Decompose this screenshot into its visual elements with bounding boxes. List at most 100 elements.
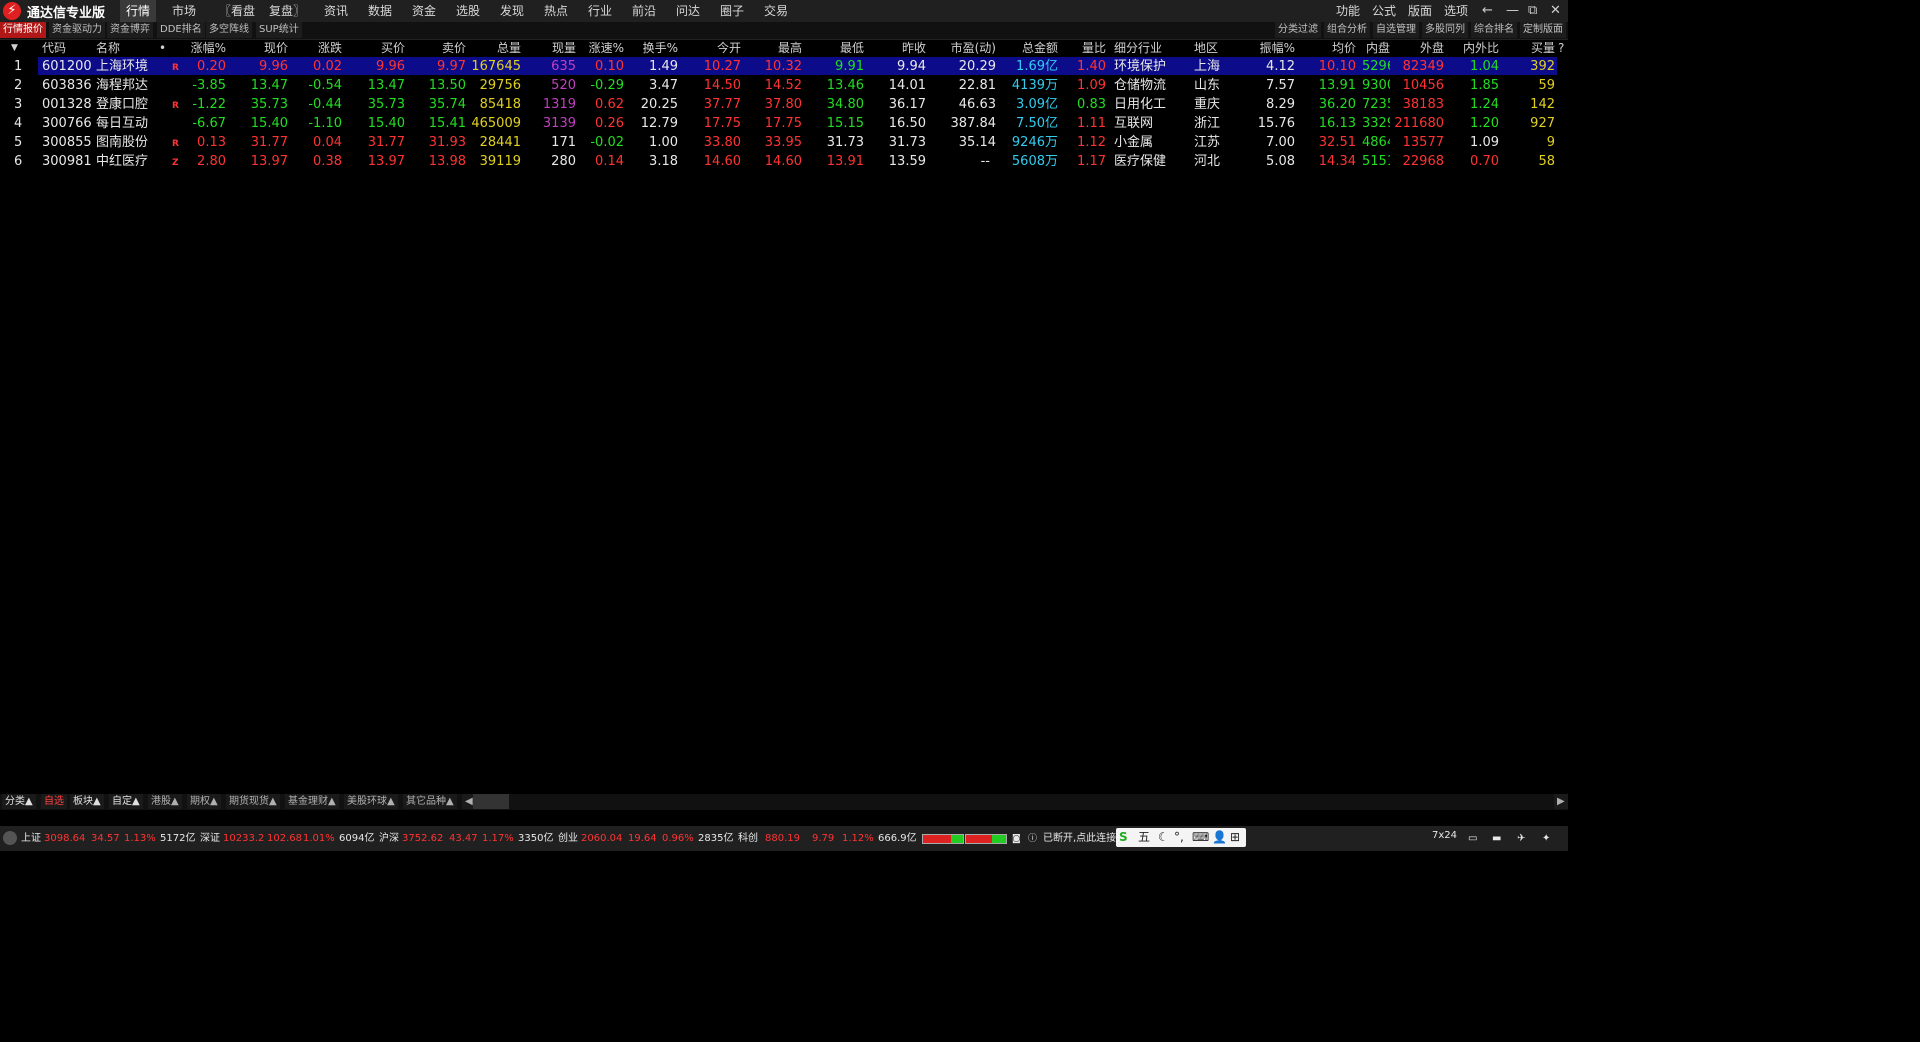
menu-gongshi[interactable]: 公式 <box>1372 0 1396 22</box>
col-header-amplitude[interactable]: 振幅% <box>1240 39 1295 57</box>
menu-gongneng[interactable]: 功能 <box>1336 0 1360 22</box>
stock-name[interactable]: 每日互动 <box>96 114 148 133</box>
menu-item-kanpan[interactable]: 〖看盘 <box>213 0 261 22</box>
tab-fenlei[interactable]: 分类▲ <box>2 794 36 809</box>
col-header-speed[interactable]: 涨速% <box>569 39 624 57</box>
menu-item-quanzi[interactable]: 圈子 <box>714 0 750 22</box>
col-header-turnover[interactable]: 换手% <box>623 39 678 57</box>
subtab-duokong[interactable]: 多空阵线 <box>206 22 252 38</box>
service-7x24[interactable]: 7x24 <box>1432 829 1457 843</box>
tab-meigu[interactable]: 美股环球▲ <box>344 794 398 809</box>
subtab-zuhefenxi[interactable]: 组合分析 <box>1324 22 1370 38</box>
subtab-zijinqudongli[interactable]: 资金驱动力 <box>49 22 105 38</box>
stock-name[interactable]: 登康口腔 <box>96 95 148 114</box>
subtab-fenleiguolv[interactable]: 分类过滤 <box>1275 22 1321 38</box>
menu-item-zixun[interactable]: 资讯 <box>318 0 354 22</box>
menu-item-fupan[interactable]: 复盘〗 <box>263 0 311 22</box>
subtab-hangqingbaojia[interactable]: 行情报价 <box>0 22 46 38</box>
stock-code[interactable]: 001328 <box>42 95 92 114</box>
col-header-open[interactable]: 今开 <box>691 39 741 57</box>
ime-toolbar[interactable]: S 五 ☾ °, ⌨ 👤 ⊞ <box>1116 828 1246 847</box>
tab-zixuan[interactable]: 自选 <box>41 794 67 809</box>
menu-item-xuangu[interactable]: 选股 <box>450 0 486 22</box>
tab-qita[interactable]: 其它品种▲ <box>403 794 457 809</box>
menu-item-shuju[interactable]: 数据 <box>362 0 398 22</box>
camera-icon[interactable]: ◙ <box>1012 832 1021 846</box>
menu-item-zijin[interactable]: 资金 <box>406 0 442 22</box>
index-name-sz[interactable]: 深证 <box>200 832 220 846</box>
stock-name[interactable]: 上海环境 <box>96 57 148 76</box>
tab-ziding[interactable]: 自定▲ <box>109 794 143 809</box>
col-header-high[interactable]: 最高 <box>752 39 802 57</box>
minimize-icon[interactable]: — <box>1506 0 1519 22</box>
index-name-kc[interactable]: 科创 <box>738 832 758 846</box>
moon-icon[interactable]: ☾ <box>1158 829 1169 846</box>
stock-code[interactable]: 300766 <box>42 114 92 133</box>
menu-item-hangye[interactable]: 行业 <box>582 0 618 22</box>
close-icon[interactable]: ✕ <box>1550 0 1561 22</box>
user-icon[interactable]: 👤 <box>1212 829 1227 846</box>
tab-bankuai[interactable]: 板块▲ <box>70 794 104 809</box>
col-header-io-ratio[interactable]: 内外比 <box>1453 39 1499 57</box>
info-icon[interactable]: ⓘ <box>1028 832 1037 846</box>
tab-qiquan[interactable]: 期权▲ <box>187 794 221 809</box>
punctuation-icon[interactable]: °, <box>1174 829 1184 846</box>
grid-menu-icon[interactable]: ⊞ <box>1230 829 1240 846</box>
back-arrow-icon[interactable]: ← <box>1482 0 1493 22</box>
col-header-pe[interactable]: 市盈(动) <box>930 39 996 57</box>
stock-name[interactable]: 中红医疗 <box>96 152 148 171</box>
stock-code[interactable]: 300981 <box>42 152 92 171</box>
col-header-code[interactable]: 代码 <box>42 39 66 57</box>
col-header-vol-ratio[interactable]: 量比 <box>1066 39 1106 57</box>
col-header-outer[interactable]: 外盘 <box>1394 39 1444 57</box>
subtab-zijinboyi[interactable]: 资金博弈 <box>107 22 153 38</box>
keyboard-icon[interactable]: ⌨ <box>1192 829 1209 846</box>
stock-name[interactable]: 图南股份 <box>96 133 148 152</box>
col-header-vol[interactable]: 总量 <box>471 39 521 57</box>
settings-icon[interactable]: ✦ <box>1542 832 1550 846</box>
col-header-price[interactable]: 现价 <box>238 39 288 57</box>
menu-item-jiaoyi[interactable]: 交易 <box>758 0 794 22</box>
col-header-name[interactable]: 名称 <box>96 39 120 57</box>
scroll-right-icon[interactable]: ▶ <box>1554 794 1568 809</box>
chat-icon[interactable]: ▬ <box>1492 832 1501 846</box>
col-header-bid[interactable]: 买价 <box>355 39 405 57</box>
menu-item-redian[interactable]: 热点 <box>538 0 574 22</box>
tab-ganggu[interactable]: 港股▲ <box>148 794 182 809</box>
col-header-prev[interactable]: 昨收 <box>876 39 926 57</box>
index-name-hs[interactable]: 沪深 <box>379 832 399 846</box>
col-header-avg[interactable]: 均价 <box>1306 39 1356 57</box>
col-header-dot[interactable]: • <box>159 39 166 57</box>
col-header-ask[interactable]: 卖价 <box>416 39 466 57</box>
menu-item-wenda[interactable]: 问达 <box>670 0 706 22</box>
subtab-sup[interactable]: SUP统计 <box>256 22 302 38</box>
col-header-industry[interactable]: 细分行业 <box>1114 39 1162 57</box>
sort-arrow-icon[interactable]: ▼ <box>11 39 18 57</box>
subtab-zonghepaiming[interactable]: 综合排名 <box>1471 22 1517 38</box>
signal-icon[interactable]: ✈ <box>1517 832 1525 846</box>
menu-xuanxiang[interactable]: 选项 <box>1444 0 1468 22</box>
tab-qihuo[interactable]: 期货现货▲ <box>226 794 280 809</box>
menu-item-faxian[interactable]: 发现 <box>494 0 530 22</box>
menu-item-qianyan[interactable]: 前沿 <box>626 0 662 22</box>
index-name-cy[interactable]: 创业 <box>558 832 578 846</box>
subtab-duogutonglie[interactable]: 多股同列 <box>1422 22 1468 38</box>
col-header-low[interactable]: 最低 <box>814 39 864 57</box>
subtab-zixuanguanli[interactable]: 自选管理 <box>1373 22 1419 38</box>
index-name-sh[interactable]: 上证 <box>21 832 41 846</box>
horizontal-scrollbar[interactable] <box>473 794 509 809</box>
col-header-chg[interactable]: 涨跌 <box>292 39 342 57</box>
connection-status[interactable]: 已断开,点此连接 <box>1043 832 1116 846</box>
col-header-inner[interactable]: 内盘 <box>1362 39 1390 57</box>
status-menu-icon[interactable] <box>3 831 17 845</box>
restore-icon[interactable]: ⧉ <box>1528 0 1537 22</box>
col-header-help[interactable]: ? <box>1558 39 1564 57</box>
col-header-bid-vol[interactable]: 买量 <box>1515 39 1555 57</box>
col-header-region[interactable]: 地区 <box>1194 39 1218 57</box>
stock-name[interactable]: 海程邦达 <box>96 76 148 95</box>
menu-banmian[interactable]: 版面 <box>1408 0 1432 22</box>
stock-code[interactable]: 601200 <box>42 57 92 76</box>
subtab-dde[interactable]: DDE排名 <box>157 22 205 38</box>
ime-mode-label[interactable]: 五 <box>1138 829 1150 846</box>
menu-item-hangqing[interactable]: 行情 <box>120 0 157 22</box>
